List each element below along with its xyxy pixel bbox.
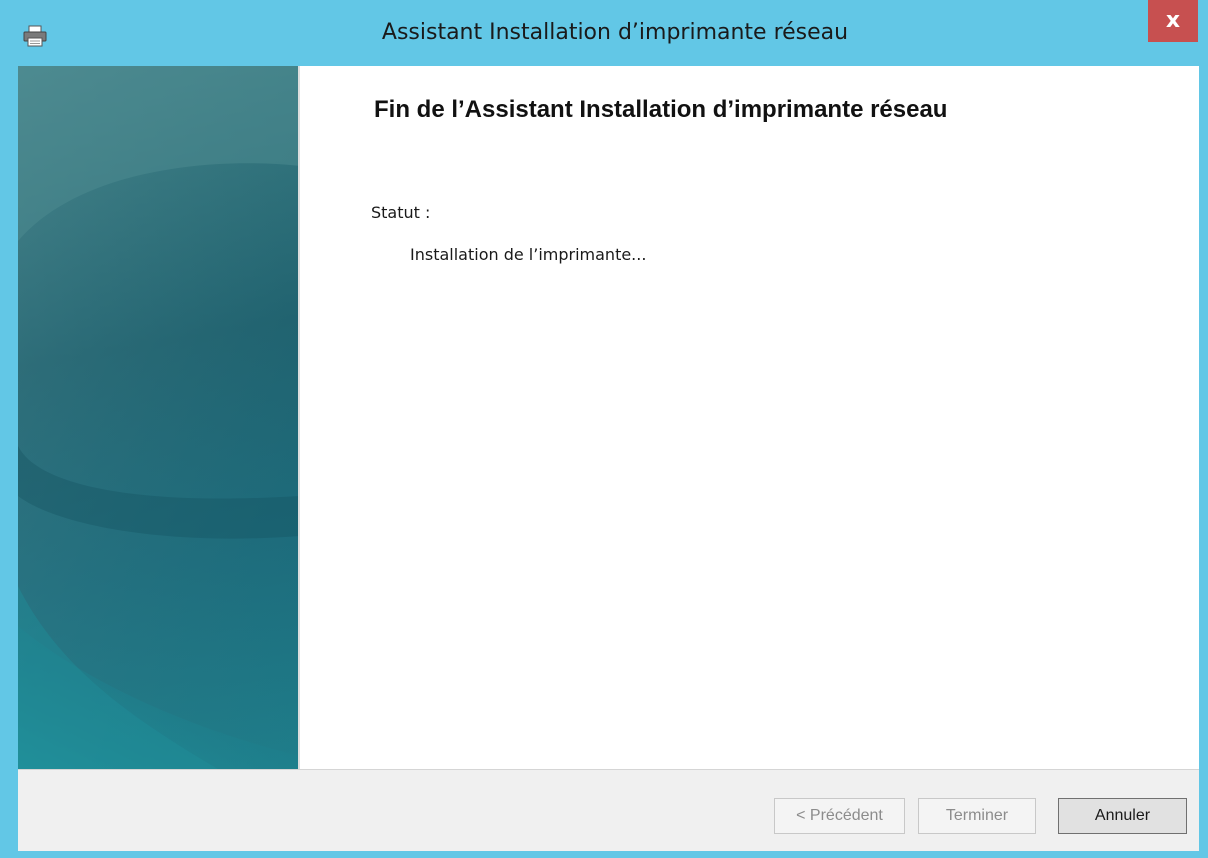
previous-button[interactable]: < Précédent bbox=[774, 798, 905, 834]
status-value: Installation de l’imprimante... bbox=[410, 245, 647, 264]
title-bar[interactable]: Assistant Installation d’imprimante rése… bbox=[0, 0, 1208, 66]
window-title: Assistant Installation d’imprimante rése… bbox=[381, 20, 849, 45]
close-button[interactable]: x bbox=[1148, 0, 1198, 42]
status-label: Statut : bbox=[371, 203, 431, 222]
wizard-side-banner bbox=[18, 66, 300, 769]
wizard-content: Fin de l’Assistant Installation d’imprim… bbox=[300, 66, 1199, 769]
cancel-button[interactable]: Annuler bbox=[1058, 798, 1187, 834]
wizard-footer: < Précédent Terminer Annuler bbox=[18, 769, 1199, 851]
finish-button[interactable]: Terminer bbox=[918, 798, 1036, 834]
wizard-window: Assistant Installation d’imprimante rése… bbox=[0, 0, 1208, 858]
wizard-client-area: Fin de l’Assistant Installation d’imprim… bbox=[18, 66, 1199, 851]
wizard-heading: Fin de l’Assistant Installation d’imprim… bbox=[374, 96, 948, 123]
